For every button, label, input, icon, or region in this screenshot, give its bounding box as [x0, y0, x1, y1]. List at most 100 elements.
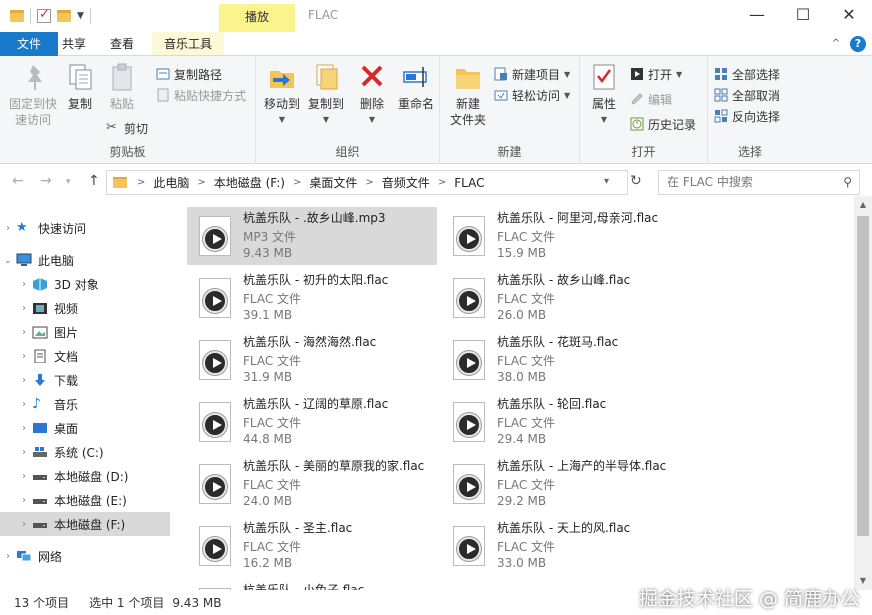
chevron-right-icon[interactable]: >	[197, 177, 205, 188]
edit-button[interactable]: 编辑	[630, 89, 672, 109]
customize-toolbar-dropdown[interactable]: ▼	[77, 11, 84, 21]
breadcrumb-audio-files[interactable]: 音频文件	[382, 174, 430, 191]
file-item[interactable]: 杭盖乐队 - 辽阔的草原.flac FLAC 文件 44.8 MB	[187, 393, 437, 451]
nav-item-videos[interactable]: › 视频	[0, 296, 170, 320]
breadcrumb-desktop-files[interactable]: 桌面文件	[309, 174, 357, 191]
open-button[interactable]: 打开 ▼	[630, 64, 682, 84]
select-all-button[interactable]: 全部选择	[714, 64, 780, 84]
copy-path-icon	[156, 67, 170, 81]
paste-button[interactable]: 粘贴	[104, 62, 140, 112]
chevron-right-icon[interactable]: ›	[0, 551, 16, 562]
easy-access-button[interactable]: 轻松访问 ▼	[494, 85, 570, 105]
history-button[interactable]: 历史记录	[630, 114, 696, 134]
chevron-right-icon[interactable]: ›	[16, 495, 32, 506]
nav-item-documents[interactable]: › 文档	[0, 344, 170, 368]
chevron-right-icon[interactable]: >	[365, 177, 373, 188]
search-icon[interactable]: ⚲	[843, 171, 852, 194]
breadcrumb-this-pc[interactable]: 此电脑	[153, 174, 189, 191]
file-item[interactable]: 杭盖乐队 - 美丽的草原我的家.flac FLAC 文件 24.0 MB	[187, 455, 437, 513]
new-folder-icon[interactable]	[57, 10, 71, 22]
nav-item-music[interactable]: › ♪ 音乐	[0, 392, 170, 416]
address-dropdown-icon[interactable]: ▾	[604, 176, 609, 187]
forward-arrow-icon[interactable]: →	[40, 173, 52, 189]
back-arrow-icon[interactable]: ←	[12, 173, 24, 189]
minimize-button[interactable]: —	[734, 0, 780, 32]
invert-selection-button[interactable]: 反向选择	[714, 106, 780, 126]
new-item-button[interactable]: 新建项目 ▼	[494, 64, 570, 84]
chevron-right-icon[interactable]: ›	[16, 303, 32, 314]
nav-item-drive-c[interactable]: › 系统 (C:)	[0, 440, 170, 464]
copy-path-button[interactable]: 复制路径	[156, 64, 222, 84]
file-item[interactable]: 杭盖乐队 - 天上的风.flac FLAC 文件 33.0 MB	[441, 517, 691, 575]
copy-to-button[interactable]: 复制到 ▼	[304, 62, 348, 128]
pin-to-quick-access-button[interactable]: 固定到快 速访问	[6, 62, 60, 128]
chevron-right-icon[interactable]: >	[137, 177, 145, 188]
file-item[interactable]: 杭盖乐队 - .故乡山峰.mp3 MP3 文件 9.43 MB	[187, 207, 437, 265]
copy-button[interactable]: 复制	[62, 62, 98, 112]
nav-item-network[interactable]: › 网络	[0, 544, 170, 568]
chevron-right-icon[interactable]: ›	[16, 399, 32, 410]
file-item[interactable]: 杭盖乐队 - 阿里河,母亲河.flac FLAC 文件 15.9 MB	[441, 207, 691, 265]
context-tab-play[interactable]: 播放	[219, 4, 295, 32]
file-item[interactable]: 杭盖乐队 - 上海产的半导体.flac FLAC 文件 29.2 MB	[441, 455, 691, 513]
chevron-right-icon[interactable]: >	[438, 177, 446, 188]
help-icon[interactable]: ?	[850, 35, 866, 52]
chevron-down-icon[interactable]: ⌄	[0, 255, 16, 266]
select-none-button[interactable]: 全部取消	[714, 85, 780, 105]
properties-icon[interactable]	[37, 7, 51, 23]
breadcrumb-flac[interactable]: FLAC	[454, 176, 484, 190]
chevron-right-icon[interactable]: ›	[16, 375, 32, 386]
rename-button[interactable]: 重命名	[394, 62, 438, 112]
paste-shortcut-button[interactable]: 粘贴快捷方式	[156, 85, 246, 105]
nav-item-drive-e[interactable]: › 本地磁盘 (E:)	[0, 488, 170, 512]
nav-item-drive-d[interactable]: › 本地磁盘 (D:)	[0, 464, 170, 488]
search-input[interactable]: 在 FLAC 中搜索 ⚲	[658, 170, 860, 195]
properties-button[interactable]: 属性 ▼	[584, 62, 624, 128]
tab-view[interactable]: 查看	[98, 32, 146, 55]
file-item[interactable]: 杭盖乐队 - 圣主.flac FLAC 文件 16.2 MB	[187, 517, 437, 575]
scrollbar-thumb[interactable]	[857, 216, 869, 536]
file-item[interactable]: 杭盖乐队 - 初升的太阳.flac FLAC 文件 39.1 MB	[187, 269, 437, 327]
nav-item-desktop[interactable]: › 桌面	[0, 416, 170, 440]
chevron-right-icon[interactable]: ›	[16, 447, 32, 458]
file-item[interactable]: 杭盖乐队 - 轮回.flac FLAC 文件 29.4 MB	[441, 393, 691, 451]
up-arrow-icon[interactable]: ↑	[88, 173, 100, 189]
vertical-scrollbar[interactable]: ▲ ▼	[854, 196, 872, 590]
nav-item-3d-objects[interactable]: › 3D 对象	[0, 272, 170, 296]
chevron-right-icon[interactable]: ›	[16, 423, 32, 434]
file-item[interactable]: 杭盖乐队 - 故乡山峰.flac FLAC 文件 26.0 MB	[441, 269, 691, 327]
chevron-right-icon[interactable]: >	[293, 177, 301, 188]
pin-icon	[18, 62, 48, 92]
close-button[interactable]: ✕	[826, 0, 872, 32]
chevron-right-icon[interactable]: ›	[16, 351, 32, 362]
tab-music-tools[interactable]: 音乐工具	[152, 32, 225, 55]
chevron-right-icon[interactable]: ›	[16, 279, 32, 290]
cut-button[interactable]: ✂ 剪切	[106, 118, 148, 138]
file-item[interactable]: 杭盖乐队 - 花斑马.flac FLAC 文件 38.0 MB	[441, 331, 691, 389]
delete-button[interactable]: 删除 ▼	[354, 62, 390, 128]
refresh-icon[interactable]: ↻	[630, 173, 642, 189]
nav-item-pictures[interactable]: › 图片	[0, 320, 170, 344]
new-folder-button[interactable]: 新建 文件夹	[446, 62, 490, 128]
breadcrumb-drive-f[interactable]: 本地磁盘 (F:)	[214, 174, 285, 191]
nav-item-downloads[interactable]: › 下载	[0, 368, 170, 392]
nav-item-quick-access[interactable]: › ★ 快速访问	[0, 216, 170, 240]
move-to-button[interactable]: 移动到 ▼	[260, 62, 304, 128]
maximize-button[interactable]: ☐	[780, 0, 826, 32]
nav-item-this-pc[interactable]: ⌄ 此电脑	[0, 248, 170, 272]
copy-label: 复制	[67, 97, 92, 111]
address-path[interactable]: > 此电脑 > 本地磁盘 (F:) > 桌面文件 > 音频文件 > FLAC	[106, 170, 628, 195]
file-item[interactable]: 杭盖乐队 - 海然海然.flac FLAC 文件 31.9 MB	[187, 331, 437, 389]
nav-item-drive-f[interactable]: › 本地磁盘 (F:)	[0, 512, 170, 536]
nav-label: 本地磁盘 (E:)	[54, 493, 127, 508]
group-label-select: 选择	[737, 145, 762, 159]
select-none-icon	[714, 88, 728, 102]
scroll-up-icon[interactable]: ▲	[854, 196, 872, 214]
recent-locations-chevron-icon[interactable]: ▾	[66, 177, 71, 187]
chevron-right-icon[interactable]: ›	[0, 223, 16, 234]
chevron-right-icon[interactable]: ›	[16, 327, 32, 338]
collapse-ribbon-icon[interactable]: ^	[832, 38, 840, 49]
chevron-right-icon[interactable]: ›	[16, 471, 32, 482]
file-item[interactable]: 杭盖乐队 - 小兔子.flac	[187, 579, 437, 590]
chevron-right-icon[interactable]: ›	[16, 519, 32, 530]
